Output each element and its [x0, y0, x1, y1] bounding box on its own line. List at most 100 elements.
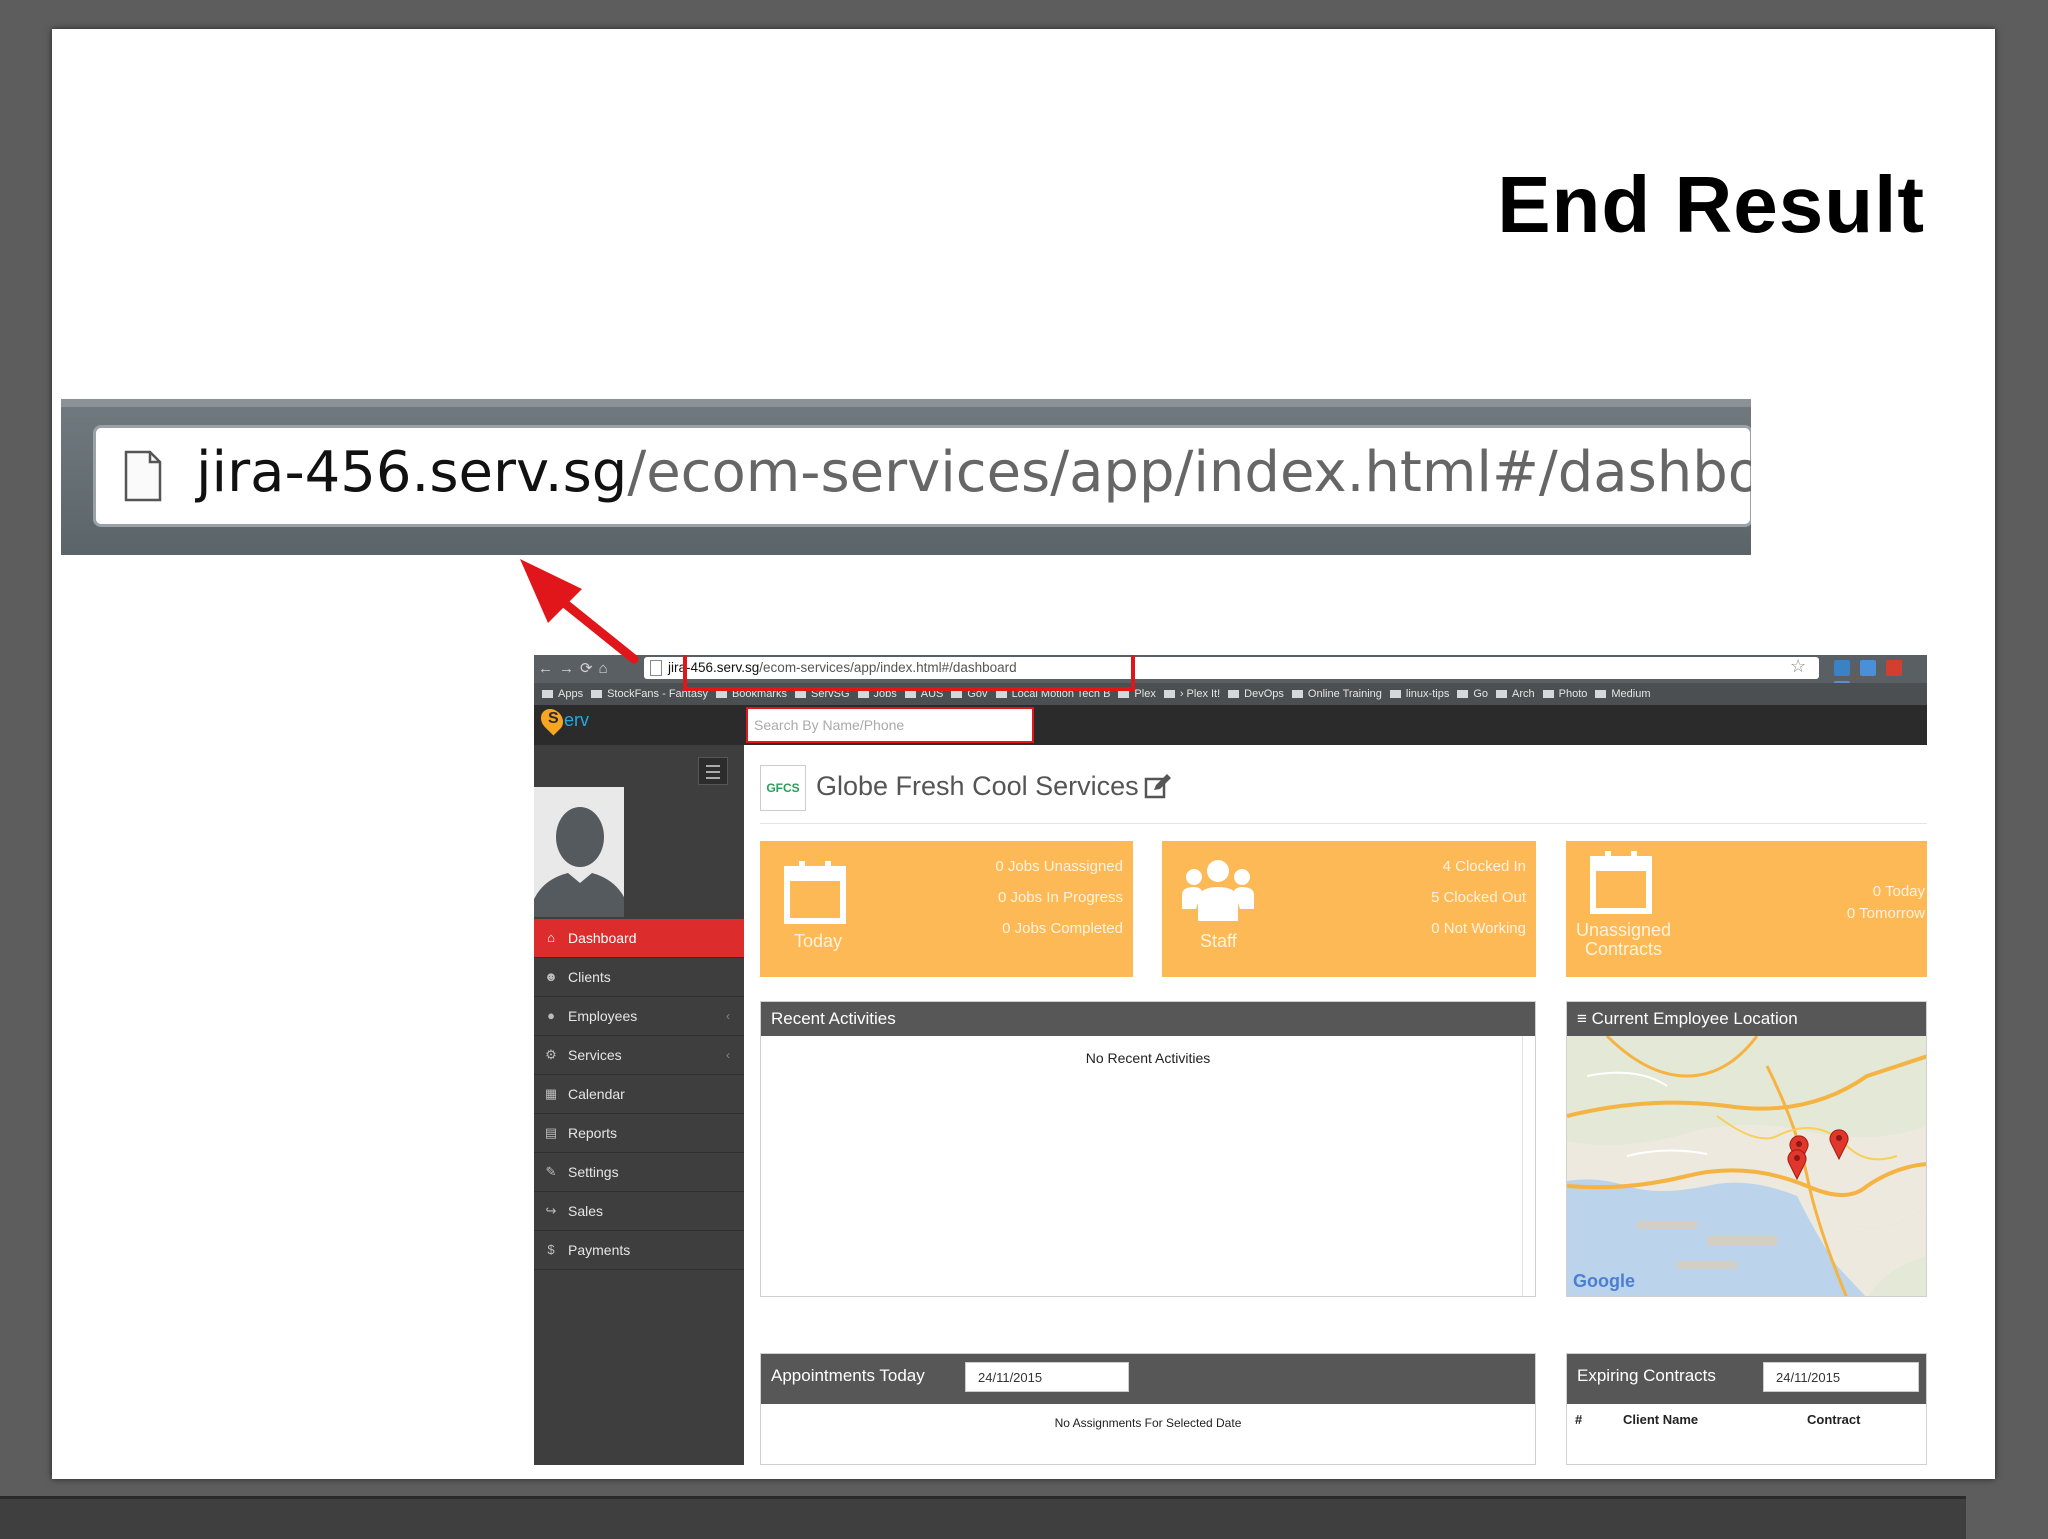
scroll-track[interactable] [1522, 1036, 1523, 1296]
folder-icon [904, 690, 916, 698]
not-working: 0 Not Working [1431, 920, 1526, 937]
calendar-icon: ▦ [544, 1086, 558, 1101]
jobs-unassigned: 0 Jobs Unassigned [995, 858, 1123, 875]
folder-icon [1163, 690, 1175, 698]
user-icon: ● [547, 1008, 555, 1023]
dollar-icon: $ [547, 1242, 555, 1257]
app-header: S erv [534, 704, 1927, 745]
sidebar-item-label: Employees [568, 1008, 638, 1024]
bookmark-item[interactable]: Arch [1496, 683, 1535, 705]
sidebar-item-label: Calendar [568, 1086, 625, 1102]
employee-location-map[interactable]: Google [1567, 1036, 1926, 1296]
sidebar-item-settings[interactable]: ✎ Settings [534, 1153, 744, 1192]
extension-calendar-icon[interactable] [1834, 660, 1850, 676]
bookmark-label: Arch [1512, 688, 1535, 700]
expiring-contracts-title: Expiring Contracts [1577, 1366, 1716, 1385]
today-caption: Today [794, 931, 843, 951]
staff-stats: 4 Clocked In 5 Clocked Out 0 Not Working [1431, 851, 1526, 944]
bookmark-label: Apps [558, 688, 584, 700]
bookmark-item[interactable]: DevOps [1228, 683, 1284, 705]
google-logo: Google [1573, 1271, 1635, 1291]
zoomed-url-host: jira-456.serv.sg [196, 440, 628, 505]
today-tile[interactable]: Today 0 Jobs Unassigned 0 Jobs In Progre… [760, 841, 1133, 977]
no-recent-activities: No Recent Activities [1085, 1050, 1211, 1066]
users-icon [1182, 860, 1254, 921]
map-graphic [1567, 1036, 1926, 1296]
sidebar-item-payments[interactable]: $ Payments [534, 1231, 744, 1270]
map-pin-icon[interactable] [1829, 1128, 1849, 1160]
appointments-header: Appointments Today [761, 1354, 1535, 1404]
dashboard-content: GFCS Globe Fresh Cool Services Today 0 J… [744, 745, 1927, 1465]
bookmark-item[interactable]: › Plex It! [1163, 683, 1221, 705]
logo-text: erv [564, 710, 590, 730]
bookmark-label: Plex [1134, 688, 1156, 700]
folder-icon [1496, 690, 1508, 698]
sidebar-item-label: Clients [568, 969, 611, 985]
chevron-left-icon: ‹ [726, 1048, 730, 1062]
sidebar-item-label: Reports [568, 1125, 618, 1141]
bookmark-label: Medium [1611, 688, 1651, 700]
contracts-tomorrow: 0 Tomorrow [1846, 905, 1925, 922]
browser-nav-icons[interactable]: ←→⟳⌂ [538, 659, 614, 677]
calendar-icon [784, 861, 846, 924]
company-logo: GFCS [760, 765, 806, 811]
users-icon: ☻ [544, 969, 558, 984]
folder-icon [794, 690, 806, 698]
bookmark-item[interactable]: Online Training [1291, 683, 1382, 705]
bottom-bar [0, 1496, 1966, 1539]
bookmark-item[interactable]: Photo [1542, 683, 1587, 705]
sidebar-item-dashboard[interactable]: ⌂ Dashboard [534, 919, 754, 958]
column-contract: Contract [1807, 1412, 1861, 1427]
folder-icon [1389, 690, 1401, 698]
clocked-out: 5 Clocked Out [1430, 889, 1526, 906]
staff-tile[interactable]: Staff 4 Clocked In 5 Clocked Out 0 Not W… [1162, 841, 1536, 977]
folder-icon [995, 690, 1007, 698]
calendar-blank-icon [1590, 851, 1652, 914]
sidebar-item-reports[interactable]: ▤ Reports [534, 1114, 744, 1153]
bookmark-item[interactable]: Medium [1595, 683, 1651, 705]
contracts-caption-line2: Contracts [1585, 939, 1663, 959]
appointments-date-input[interactable] [965, 1362, 1129, 1392]
folder-icon [1228, 690, 1240, 698]
folder-icon [591, 690, 603, 698]
folder-icon [715, 690, 727, 698]
employee-location-title: Current Employee Location [1591, 1009, 1798, 1028]
sidebar-item-employees[interactable]: ● Employees ‹ [534, 997, 744, 1036]
gmail-icon[interactable] [1886, 660, 1902, 676]
edit-icon[interactable] [1144, 773, 1172, 801]
contracts-caption-line1: Unassigned [1576, 920, 1672, 940]
bookmark-label: linux-tips [1405, 688, 1450, 700]
sidebar-item-label: Settings [568, 1164, 619, 1180]
staff-caption: Staff [1200, 931, 1237, 951]
bookmark-label: Online Training [1307, 688, 1382, 700]
bookmark-label: › Plex It! [1179, 688, 1221, 700]
folder-icon [1595, 690, 1607, 698]
list-icon: ≡ [1577, 1009, 1592, 1028]
menu-toggle-button[interactable] [698, 757, 728, 785]
unassigned-contracts-tile[interactable]: Unassigned Contracts 0 Today 0 Tomorrow [1566, 841, 1927, 977]
search-input[interactable] [746, 707, 1034, 743]
contracts-today: 0 Today [1872, 883, 1925, 900]
sidebar-item-label: Services [568, 1047, 622, 1063]
folder-icon [1542, 690, 1554, 698]
sidebar-item-clients[interactable]: ☻ Clients [534, 958, 744, 997]
expiring-date-input[interactable] [1763, 1362, 1919, 1392]
no-assignments: No Assignments For Selected Date [1054, 1416, 1242, 1430]
sidebar-item-sales[interactable]: ↪ Sales [534, 1192, 744, 1231]
document-icon [124, 450, 162, 502]
sidebar-item-calendar[interactable]: ▦ Calendar [534, 1075, 744, 1114]
slide-title: End Result [1497, 160, 1925, 249]
employee-location-header: ≡ Current Employee Location [1567, 1002, 1926, 1036]
bookmark-item[interactable]: linux-tips [1389, 683, 1450, 705]
folder-icon [857, 690, 869, 698]
map-pin-icon[interactable] [1787, 1148, 1807, 1180]
sidebar-item-label: Payments [568, 1242, 631, 1258]
column-number: # [1575, 1412, 1583, 1427]
bookmark-item[interactable]: Go [1457, 683, 1488, 705]
bookmark-item[interactable]: Apps [542, 683, 583, 705]
cogs-icon: ⚙ [545, 1047, 557, 1062]
slide: End Result jira-456.serv.sg/ecom-service… [52, 29, 1995, 1479]
extension-screen-icon[interactable] [1860, 660, 1876, 676]
sidebar-item-services[interactable]: ⚙ Services ‹ [534, 1036, 744, 1075]
bookmark-star-icon[interactable]: ☆ [1790, 656, 1806, 677]
